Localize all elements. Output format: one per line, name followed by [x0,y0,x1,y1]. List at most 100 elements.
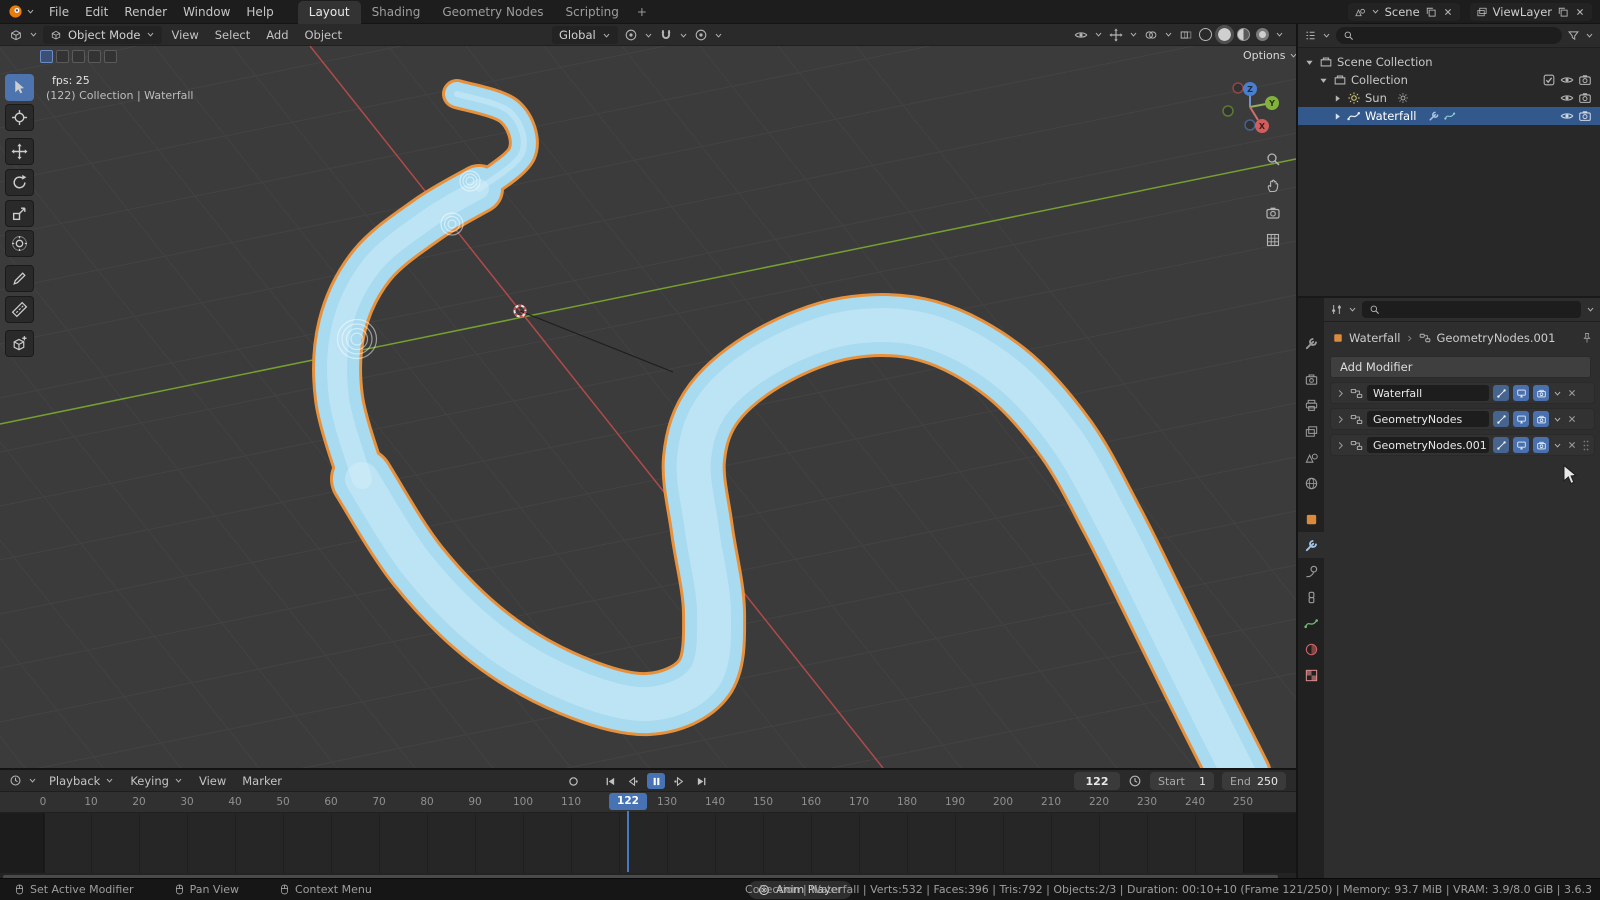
disclosure-down-icon[interactable] [1318,75,1329,86]
edit-mode-toggle[interactable] [1493,411,1509,427]
delete-modifier-icon[interactable] [1566,413,1578,425]
tool-select-box[interactable] [5,74,34,101]
jump-start-button[interactable] [603,774,618,789]
hide-render-camera-icon[interactable] [1578,109,1592,123]
transform-orientation-dropdown[interactable]: Global [552,26,618,44]
outliner-row-waterfall[interactable]: Waterfall [1298,107,1600,125]
add-workspace-button[interactable]: + [630,1,654,24]
breadcrumb-modifier[interactable]: GeometryNodes.001 [1436,331,1555,345]
current-frame-field[interactable]: 122 [1074,772,1120,790]
navigation-gizmo[interactable]: Z Y X [1218,75,1282,139]
viewport-menu-select[interactable]: Select [208,26,257,44]
shading-material-button[interactable] [1237,28,1250,41]
tab-constraints[interactable] [1298,584,1324,610]
realtime-toggle[interactable] [1513,411,1529,427]
workspace-tab-layout[interactable]: Layout [298,1,361,24]
overlays-dropdown-icon[interactable] [1144,28,1158,42]
menu-window[interactable]: Window [175,2,238,22]
tool-measure[interactable] [5,296,34,323]
scene-selector[interactable]: Scene [1348,3,1460,21]
playhead-frame-badge[interactable]: 122 [609,793,647,810]
proportional-edit-icon[interactable] [694,28,708,42]
select-mode-extend[interactable] [56,50,69,63]
hide-viewport-eye-icon[interactable] [1560,109,1574,123]
playhead-line[interactable] [627,811,629,872]
tab-render[interactable] [1298,366,1324,392]
ortho-grid-icon[interactable] [1265,232,1281,248]
filter-funnel-icon[interactable] [1567,29,1580,42]
edit-mode-toggle[interactable] [1493,385,1509,401]
expand-chevron-icon[interactable] [1335,440,1346,451]
timeline-menu-keying[interactable]: Keying [123,772,190,790]
menu-render[interactable]: Render [116,2,175,22]
outliner-row-scene-collection[interactable]: Scene Collection [1298,53,1600,71]
gizmo-neg-y[interactable] [1223,106,1233,116]
shading-rendered-button[interactable] [1256,28,1269,41]
record-button[interactable] [566,774,581,789]
outliner-row-collection[interactable]: Collection [1298,71,1600,89]
menu-file[interactable]: File [41,2,77,22]
disclosure-right-icon[interactable] [1332,93,1343,104]
render-toggle[interactable] [1533,385,1549,401]
tab-scene[interactable] [1298,444,1324,470]
render-toggle[interactable] [1533,437,1549,453]
menu-help[interactable]: Help [238,2,281,22]
properties-editor-icon[interactable] [1330,303,1343,316]
tool-transform[interactable] [5,230,34,257]
blender-menu-button[interactable] [0,4,41,19]
xray-toggle-icon[interactable] [1179,28,1193,42]
tool-move[interactable] [5,138,34,165]
hide-viewport-eye-icon[interactable] [1560,91,1574,105]
select-mode-subtract[interactable] [72,50,85,63]
viewport-menu-object[interactable]: Object [298,26,349,44]
tool-rotate[interactable] [5,169,34,196]
add-modifier-button[interactable]: Add Modifier [1330,356,1591,378]
editor-type-button[interactable] [6,26,41,44]
camera-view-icon[interactable] [1265,205,1281,221]
new-scene-icon[interactable] [1425,6,1437,18]
zoom-icon[interactable] [1265,151,1281,167]
exclude-checkbox-icon[interactable] [1542,73,1556,87]
select-mode-intersect[interactable] [104,50,117,63]
workspace-tab-scripting[interactable]: Scripting [555,1,630,24]
new-viewlayer-icon[interactable] [1557,6,1569,18]
realtime-toggle[interactable] [1513,437,1529,453]
tool-scale[interactable] [5,200,34,227]
modifier-name-field[interactable]: GeometryNodes [1367,411,1489,427]
delete-modifier-icon[interactable] [1566,439,1578,451]
workspace-tab-shading[interactable]: Shading [361,1,432,24]
modifier-extras-icon[interactable] [1553,389,1562,398]
realtime-toggle[interactable] [1513,385,1529,401]
tab-modifiers[interactable] [1298,532,1324,558]
outliner-row-sun[interactable]: Sun [1298,89,1600,107]
timeline-menu-marker[interactable]: Marker [235,772,289,790]
mode-dropdown[interactable]: Object Mode [43,26,162,44]
tab-physics[interactable] [1298,558,1324,584]
tab-material[interactable] [1298,636,1324,662]
workspace-tab-geometry-nodes[interactable]: Geometry Nodes [431,1,554,24]
properties-search-input[interactable] [1362,301,1581,318]
delete-modifier-icon[interactable] [1566,387,1578,399]
tab-view-layer[interactable] [1298,418,1324,444]
outliner-editor-icon[interactable] [1304,29,1317,42]
breadcrumb-object[interactable]: Waterfall [1349,331,1400,345]
frame-end-field[interactable]: End 250 [1222,772,1286,790]
timeline-tracks[interactable] [0,813,1296,873]
pivot-point-icon[interactable] [624,28,638,42]
river-object[interactable] [337,94,1240,768]
timeline-ruler[interactable]: 122 010203040506070809010011012013014015… [0,792,1296,813]
select-mode-set[interactable] [40,50,53,63]
jump-end-button[interactable] [694,774,709,789]
pan-hand-icon[interactable] [1265,178,1281,194]
outliner-search-input[interactable] [1336,27,1562,44]
edit-mode-toggle[interactable] [1493,437,1509,453]
hide-render-camera-icon[interactable] [1578,73,1592,87]
gizmo-neg-x[interactable] [1233,83,1243,93]
tool-add-cube[interactable] [5,330,34,357]
render-toggle[interactable] [1533,411,1549,427]
tool-3d-cursor[interactable] [5,104,34,131]
visibility-dropdown-icon[interactable] [1074,28,1088,42]
modifier-extras-icon[interactable] [1553,441,1562,450]
modifier-name-field[interactable]: GeometryNodes.001 [1367,437,1489,453]
pause-button[interactable] [647,773,665,789]
